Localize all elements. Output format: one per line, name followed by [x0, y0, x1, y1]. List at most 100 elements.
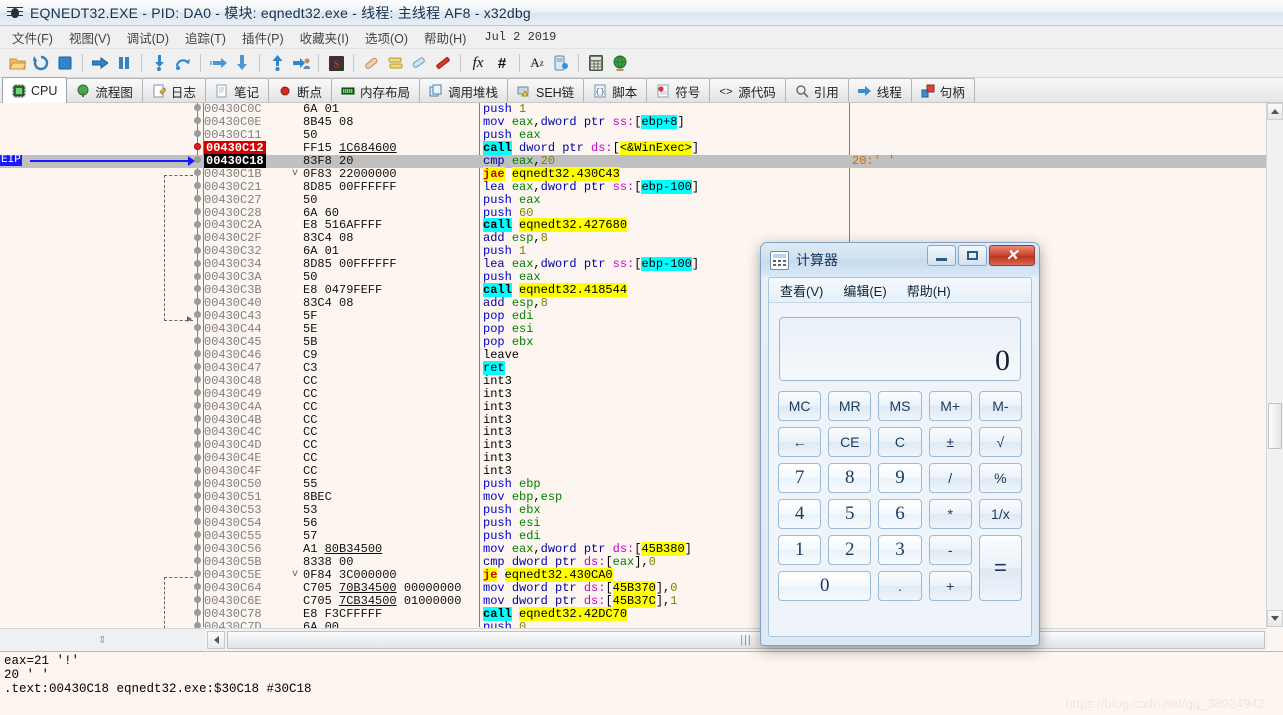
- calc-key-[interactable]: √: [978, 427, 1022, 457]
- address-cell[interactable]: 00430C56: [204, 542, 287, 556]
- instruction-cell[interactable]: mov dword ptr ds:[45B37C],1: [483, 593, 677, 608]
- menu-item-view[interactable]: 视图(V): [61, 26, 119, 49]
- close-button[interactable]: ✕: [989, 245, 1035, 266]
- bullet-marker[interactable]: [190, 349, 204, 362]
- calc-menu-edit[interactable]: 编辑(E): [840, 280, 889, 301]
- address-cell[interactable]: 00430C11: [204, 128, 287, 142]
- calc-key-ce[interactable]: CE: [828, 427, 872, 457]
- opcode-bytes-cell[interactable]: 56: [303, 517, 478, 530]
- opcode-bytes-cell[interactable]: 8B45 08: [303, 115, 478, 129]
- execute-till-return-icon[interactable]: [266, 52, 288, 74]
- menu-item-options[interactable]: 选项(O): [357, 26, 416, 49]
- run-icon[interactable]: [89, 52, 111, 74]
- calculator-title-bar[interactable]: 计算器 ✕: [761, 243, 1039, 277]
- calls-icon[interactable]: [550, 52, 572, 74]
- bullet-marker[interactable]: [190, 414, 204, 427]
- instruction-cell[interactable]: mov eax,dword ptr ss:[ebp+8]: [483, 114, 685, 129]
- address-cell[interactable]: 00430C55: [204, 529, 287, 543]
- calc-key-5[interactable]: 5: [828, 499, 872, 529]
- calc-key-9[interactable]: 9: [878, 463, 922, 493]
- opcode-bytes-cell[interactable]: 6A 01: [303, 103, 478, 116]
- tab-handles[interactable]: 句柄: [910, 78, 975, 103]
- scroll-down-button[interactable]: [1267, 610, 1283, 627]
- bullet-marker[interactable]: [190, 129, 204, 142]
- step-over-icon[interactable]: [172, 52, 194, 74]
- minimize-button[interactable]: [927, 245, 956, 266]
- disassembly-row[interactable]: 00430C4E CC int3: [0, 452, 1267, 465]
- calc-key-[interactable]: /: [928, 463, 972, 493]
- bullet-marker[interactable]: [190, 491, 204, 504]
- disassembly-row[interactable]: 00430C4F CC int3: [0, 465, 1267, 478]
- disassembly-row[interactable]: 00430C4CCCint3#: [0, 426, 1267, 439]
- scroll-up-button[interactable]: [1267, 103, 1283, 120]
- opcode-bytes-cell[interactable]: C3: [303, 361, 478, 375]
- address-cell[interactable]: 00430C0E: [204, 115, 287, 129]
- calculator-keypad[interactable]: MC MR MS M+ M- ← CE C ± √ 7 8 9/% 4 5 6 * 1/x 1 2 3- = 0. +: [778, 391, 1022, 601]
- opcode-bytes-cell[interactable]: CC: [303, 387, 478, 401]
- address-cell[interactable]: 00430C48: [204, 374, 287, 388]
- strings-icon[interactable]: Az: [526, 52, 548, 74]
- patches-icon[interactable]: [360, 52, 382, 74]
- opcode-bytes-cell[interactable]: C9: [303, 348, 478, 362]
- opcode-bytes-cell[interactable]: 8338 00: [303, 555, 478, 569]
- opcode-bytes-cell[interactable]: CC: [303, 426, 478, 439]
- disassembly-row[interactable]: 00430C4D CC int3: [0, 439, 1267, 452]
- calc-key-[interactable]: %: [978, 463, 1022, 493]
- opcode-bytes-cell[interactable]: 83C4 08: [303, 297, 478, 310]
- scroll-left-button[interactable]: [207, 631, 225, 649]
- address-cell[interactable]: 00430C78: [204, 607, 287, 621]
- pane-splitter[interactable]: ⇕: [0, 628, 205, 651]
- scroll-thumb[interactable]: [1268, 403, 1282, 449]
- address-cell[interactable]: 00430C5E: [204, 568, 287, 582]
- calc-key-[interactable]: =: [978, 535, 1022, 601]
- bullet-marker[interactable]: [190, 504, 204, 517]
- calc-key-[interactable]: ←: [778, 427, 822, 457]
- bullet-marker[interactable]: [190, 517, 204, 530]
- tab-source[interactable]: <> 源代码: [709, 78, 786, 103]
- opcode-bytes-cell[interactable]: 8D85 00FFFFFF: [303, 258, 478, 271]
- tab-breakpoints[interactable]: 断点: [267, 78, 332, 103]
- menu-item-plugins[interactable]: 插件(P): [234, 26, 292, 49]
- address-cell[interactable]: 00430C4A: [204, 400, 287, 414]
- calc-key--[interactable]: -: [928, 535, 972, 565]
- function-icon[interactable]: fx: [467, 52, 489, 74]
- calc-key-1[interactable]: 1: [778, 535, 822, 565]
- tab-log[interactable]: 日志: [141, 78, 206, 103]
- bullet-marker[interactable]: [190, 388, 204, 401]
- opcode-bytes-cell[interactable]: C705 7CB34500 01000000: [303, 594, 478, 608]
- calc-key-6[interactable]: 6: [878, 499, 922, 529]
- log-icon[interactable]: [384, 52, 406, 74]
- bullet-marker[interactable]: [190, 556, 204, 569]
- globe-icon[interactable]: [609, 52, 631, 74]
- notes-icon[interactable]: [408, 52, 430, 74]
- opcode-bytes-cell[interactable]: 0F83 22000000: [303, 167, 478, 181]
- calculator-window[interactable]: 计算器 ✕ 查看(V) 编辑(E) 帮助(H) 0 MC MR MS M+ M- ← CE C…: [760, 242, 1040, 646]
- bullet-marker[interactable]: [190, 336, 204, 349]
- address-cell[interactable]: 00430C43: [204, 310, 287, 323]
- disassembly-row[interactable]: 00430C54 56 push esi: [0, 517, 1267, 530]
- calc-key-+[interactable]: +: [928, 571, 972, 601]
- instruction-cell[interactable]: lea eax,dword ptr ss:[ebp-100]: [483, 179, 699, 194]
- opcode-bytes-cell[interactable]: 8BEC: [303, 491, 478, 504]
- bullet-marker[interactable]: [190, 426, 204, 439]
- tab-seh-chain[interactable]: SEH链: [507, 78, 585, 103]
- calc-menu-view[interactable]: 查看(V): [777, 280, 826, 301]
- calc-key-[interactable]: *: [928, 499, 972, 529]
- tab-script[interactable]: {} 脚本: [583, 78, 648, 103]
- opcode-bytes-cell[interactable]: 83F8 20: [303, 154, 478, 168]
- opcode-bytes-cell[interactable]: 5F: [303, 310, 478, 323]
- breakpoints-icon[interactable]: [432, 52, 454, 74]
- instruction-cell[interactable]: leave: [483, 348, 519, 362]
- hash-icon[interactable]: #: [491, 52, 513, 74]
- pause-icon[interactable]: [113, 52, 135, 74]
- disassembly-row[interactable]: 00430C51 8BEC mov ebp,esp: [0, 491, 1267, 504]
- address-cell[interactable]: 00430C27: [204, 193, 287, 207]
- calc-key-8[interactable]: 8: [828, 463, 872, 493]
- calc-key-2[interactable]: 2: [828, 535, 872, 565]
- bullet-marker[interactable]: [190, 375, 204, 388]
- opcode-bytes-cell[interactable]: 50: [303, 193, 478, 207]
- disassembly-row[interactable]: 00430C49 CC int3: [0, 387, 1267, 401]
- address-cell[interactable]: 00430C46: [204, 348, 287, 362]
- tab-symbols[interactable]: 符号: [646, 78, 711, 103]
- disassembly-view[interactable]: 00430C0C 6A 01 push 1 00430C0E 8B45 08 mov ea…: [0, 103, 1267, 644]
